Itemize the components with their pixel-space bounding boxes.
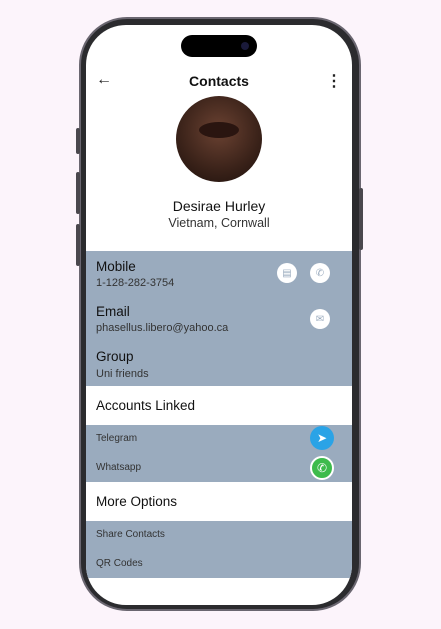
more-vert-icon[interactable]: ⋮: [326, 71, 342, 91]
telegram-label[interactable]: Telegram: [96, 433, 137, 444]
email-label: Email: [96, 304, 130, 319]
message-icon[interactable]: ▤: [277, 263, 297, 283]
qr-codes-item[interactable]: QR Codes: [96, 558, 143, 569]
telegram-icon[interactable]: ➤: [310, 426, 334, 450]
options-title: More Options: [96, 494, 178, 509]
contact-location: Vietnam, Cornwall: [168, 216, 270, 230]
camera-icon: [241, 42, 249, 50]
power-button: [359, 188, 363, 250]
phone-icon[interactable]: ✆: [310, 263, 330, 283]
side-button: [76, 172, 80, 214]
dynamic-island: [181, 35, 257, 57]
accounts-title: Accounts Linked: [96, 398, 196, 413]
whatsapp-label[interactable]: Whatsapp: [96, 462, 141, 473]
mobile-value[interactable]: 1-128-282-3754: [96, 277, 174, 289]
screen: ← Contacts ⋮ Desirae Hurley Vietnam, Cor…: [86, 25, 352, 605]
whatsapp-icon[interactable]: ✆: [310, 456, 334, 480]
mail-icon[interactable]: ✉: [310, 309, 330, 329]
contact-name: Desirae Hurley: [172, 198, 266, 214]
group-value: Uni friends: [96, 368, 149, 380]
avatar: [176, 96, 262, 182]
email-value[interactable]: phasellus.libero@yahoo.ca: [96, 322, 228, 334]
share-contacts-item[interactable]: Share Contacts: [96, 529, 165, 540]
group-label: Group: [96, 349, 134, 364]
mobile-label: Mobile: [96, 259, 136, 274]
side-button: [76, 224, 80, 266]
side-button: [76, 128, 80, 154]
page-title: Contacts: [189, 73, 249, 89]
